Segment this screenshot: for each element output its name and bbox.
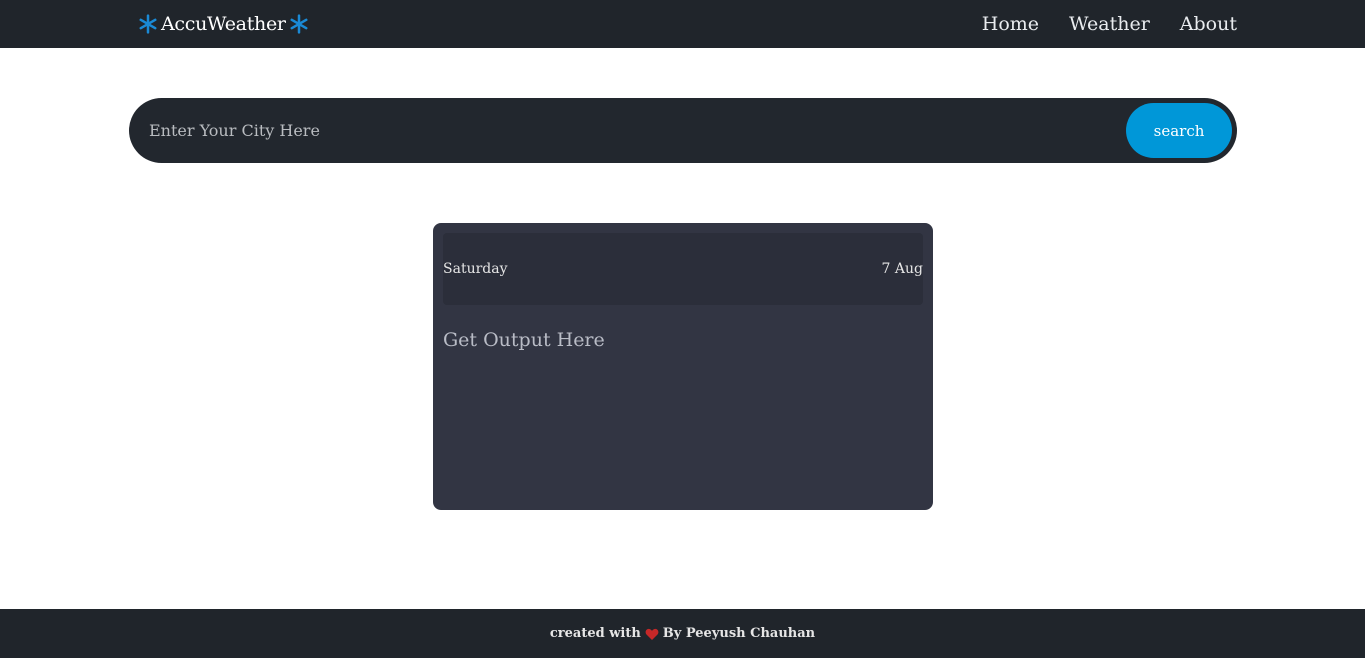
date-label: 7 Aug	[881, 261, 923, 277]
navbar: AccuWeather Home Weather About	[0, 0, 1365, 48]
footer-text-before: created with	[549, 626, 641, 641]
snowflake-icon	[139, 14, 157, 34]
card-header: Saturday 7 Aug	[443, 233, 923, 305]
footer: created with By Peeyush Chauhan	[0, 609, 1365, 658]
heart-icon	[645, 628, 659, 640]
footer-text-after: By Peeyush Chauhan	[662, 626, 816, 641]
search-button[interactable]: search	[1126, 103, 1232, 158]
nav-link-weather[interactable]: Weather	[1069, 13, 1150, 35]
weather-card: Saturday 7 Aug Get Output Here	[433, 223, 933, 510]
snowflake-icon	[290, 14, 308, 34]
brand-logo[interactable]: AccuWeather	[138, 13, 309, 35]
nav-link-about[interactable]: About	[1180, 13, 1237, 35]
output-text: Get Output Here	[443, 329, 605, 351]
nav-link-home[interactable]: Home	[982, 13, 1039, 35]
day-label: Saturday	[443, 261, 508, 277]
search-form: search	[129, 98, 1237, 163]
brand-name: AccuWeather	[161, 13, 286, 35]
city-search-input[interactable]	[149, 110, 1049, 151]
nav-links: Home Weather About	[982, 13, 1237, 35]
